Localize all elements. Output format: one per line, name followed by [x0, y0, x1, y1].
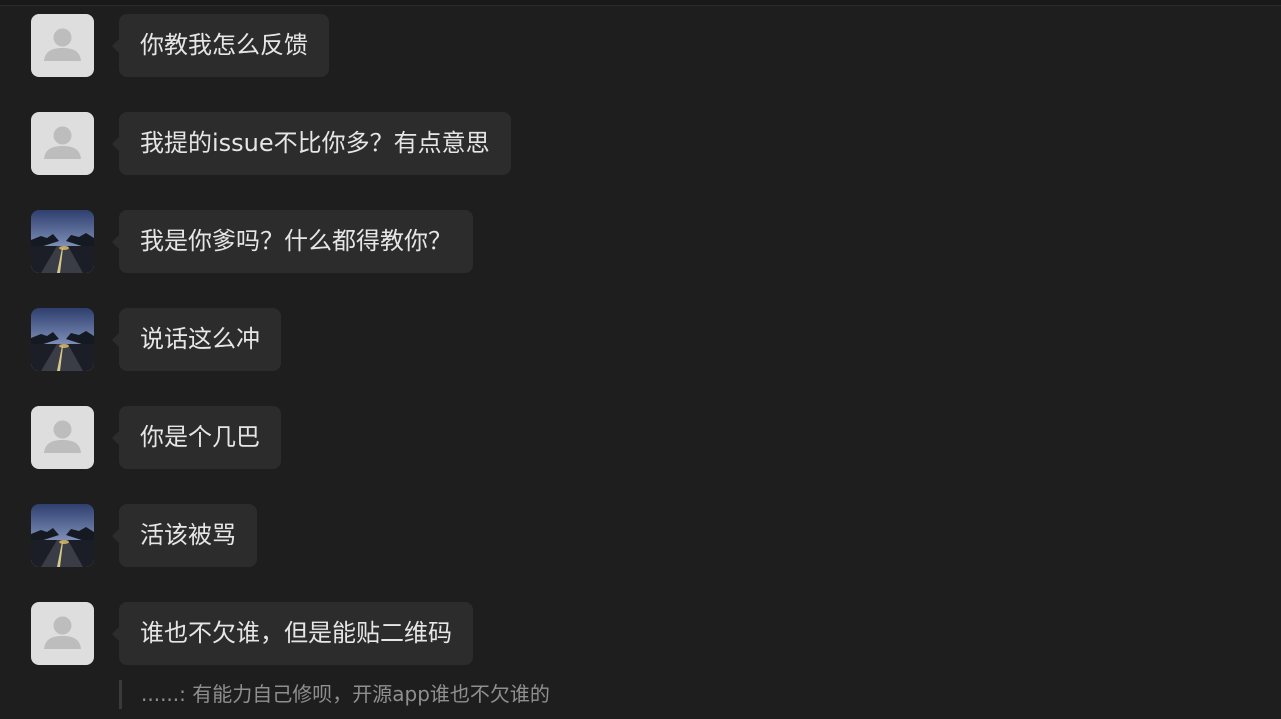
person-silhouette-icon [44, 420, 81, 453]
avatar[interactable] [31, 504, 94, 567]
person-silhouette-icon [44, 616, 81, 649]
chat-message-list[interactable]: 你教我怎么反馈 我提的issue不比你多？有点意思 我是你爹吗？什么都得教你？ … [0, 0, 1281, 719]
avatar[interactable] [31, 602, 94, 665]
message-bubble[interactable]: 谁也不欠谁，但是能贴二维码 [112, 602, 473, 665]
message-bubble[interactable]: 你教我怎么反馈 [112, 14, 329, 77]
avatar[interactable] [31, 210, 94, 273]
road-at-dusk-photo [31, 504, 94, 567]
person-silhouette-icon [44, 28, 81, 61]
avatar[interactable] [31, 14, 94, 77]
road-at-dusk-photo [31, 210, 94, 273]
avatar[interactable] [31, 308, 94, 371]
message-bubble[interactable]: 说话这么冲 [112, 308, 281, 371]
avatar[interactable] [31, 406, 94, 469]
road-at-dusk-photo [31, 308, 94, 371]
message-bubble[interactable]: 活该被骂 [112, 504, 257, 567]
message-bubble[interactable]: 你是个几巴 [112, 406, 281, 469]
person-silhouette-icon [44, 126, 81, 159]
message-bubble[interactable]: 我是你爹吗？什么都得教你？ [112, 210, 473, 273]
avatar[interactable] [31, 112, 94, 175]
quoted-reply[interactable]: ......: 有能力自己修呗，开源app谁也不欠谁的 [119, 680, 550, 709]
message-bubble[interactable]: 我提的issue不比你多？有点意思 [112, 112, 511, 175]
